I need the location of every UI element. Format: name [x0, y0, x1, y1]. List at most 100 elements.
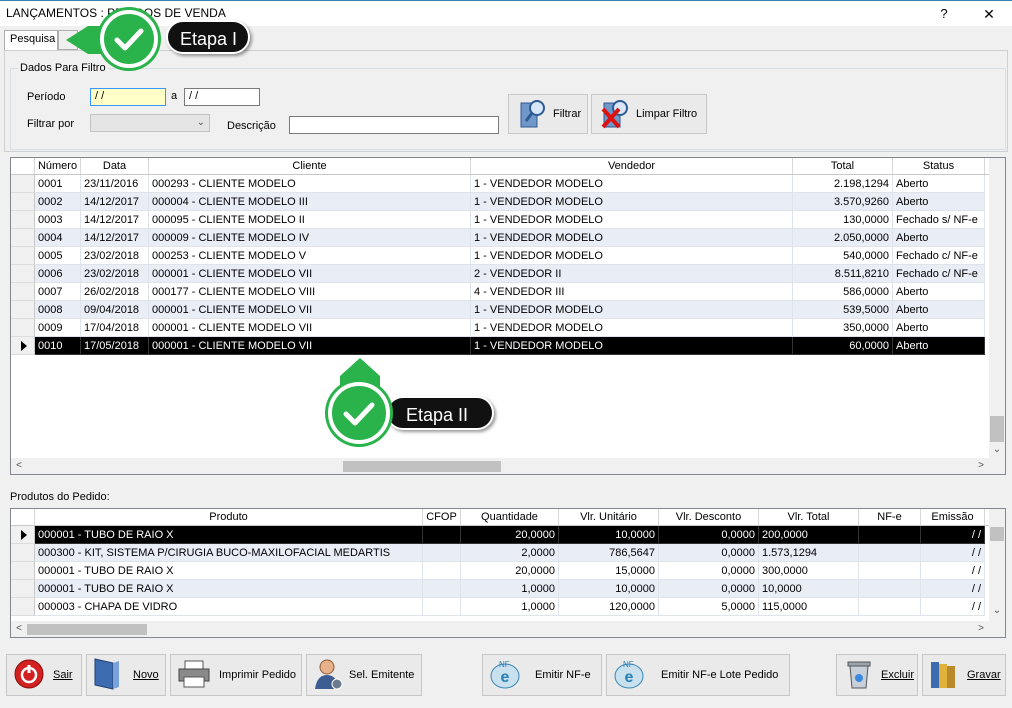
col-cliente[interactable]: Cliente: [149, 158, 471, 174]
sel-emitente-button[interactable]: Sel. Emitente: [306, 654, 422, 696]
tab-pesquisa[interactable]: Pesquisa: [4, 30, 58, 52]
emitir-nfe-lote-button[interactable]: e NF Emitir NF-e Lote Pedido: [606, 654, 790, 696]
products-cell-emissao: / /: [921, 562, 985, 580]
orders-hscroll-thumb[interactable]: [343, 461, 501, 472]
novo-button[interactable]: Novo: [86, 654, 166, 696]
row-indicator[interactable]: [11, 229, 35, 247]
date-to-field[interactable]: / /: [184, 88, 260, 106]
products-grid[interactable]: Produto CFOP Quantidade Vlr. Unitário Vl…: [10, 508, 1006, 638]
row-indicator[interactable]: [11, 265, 35, 283]
products-cell-unit: 15,0000: [559, 562, 659, 580]
printer-icon: [177, 659, 211, 692]
limpar-filtro-button[interactable]: Limpar Filtro: [591, 94, 707, 134]
sel-emitente-label: Sel. Emitente: [349, 669, 415, 681]
orders-row[interactable]: 0009 17/04/2018 000001 - CLIENTE MODELO VI…: [11, 319, 989, 337]
scroll-down-icon[interactable]: ⌄: [989, 444, 1005, 455]
orders-grid[interactable]: Número Data Cliente Vendedor Total Statu…: [10, 157, 1006, 475]
descricao-input[interactable]: [289, 116, 499, 134]
orders-cell-vendedor: 1 - VENDEDOR MODELO: [471, 193, 793, 211]
orders-cell-numero: 0006: [35, 265, 81, 283]
chevron-down-icon: ⌄: [196, 117, 205, 128]
col-cfop[interactable]: CFOP: [423, 509, 461, 525]
orders-cell-numero: 0001: [35, 175, 81, 193]
emitir-nfe-button[interactable]: e NF Emitir NF-e: [482, 654, 602, 696]
products-horizontal-scrollbar[interactable]: < >: [11, 621, 1005, 637]
orders-cell-total: 8.511,8210: [793, 265, 893, 283]
orders-row[interactable]: 0008 09/04/2018 000001 - CLIENTE MODELO VI…: [11, 301, 989, 319]
row-indicator[interactable]: [11, 211, 35, 229]
date-separator: a: [171, 90, 178, 102]
col-vendedor[interactable]: Vendedor: [471, 158, 793, 174]
col-numero[interactable]: Número: [35, 158, 81, 174]
products-cell-emissao: / /: [921, 580, 985, 598]
products-cell-qtd: 2,0000: [461, 544, 559, 562]
col-vlr-total[interactable]: Vlr. Total: [759, 509, 859, 525]
products-row[interactable]: 000001 - TUBO DE RAIO X 20,0000 10,0000 0,0…: [11, 526, 989, 544]
row-indicator[interactable]: [11, 544, 35, 562]
close-button[interactable]: ✕: [974, 4, 1004, 24]
orders-cell-data: 17/05/2018: [81, 337, 149, 355]
col-vlr-desconto[interactable]: Vlr. Desconto: [659, 509, 759, 525]
scroll-down-icon[interactable]: ⌄: [989, 605, 1005, 616]
products-indicator-header: [11, 509, 35, 525]
orders-row[interactable]: 0004 14/12/2017 000009 - CLIENTE MODELO IV…: [11, 229, 989, 247]
sair-button[interactable]: Sair: [6, 654, 82, 696]
orders-cell-vendedor: 1 - VENDEDOR MODELO: [471, 247, 793, 265]
orders-cell-status: Aberto: [893, 283, 985, 301]
orders-row[interactable]: 0001 23/11/2016 000293 - CLIENTE MODELO 1 -…: [11, 175, 989, 193]
row-indicator[interactable]: [11, 193, 35, 211]
products-row[interactable]: 000003 - CHAPA DE VIDRO 1,0000 120,0000 5,0…: [11, 598, 989, 616]
gravar-button[interactable]: Gravar: [922, 654, 1006, 696]
date-from-field[interactable]: / /: [90, 88, 166, 106]
row-indicator[interactable]: [11, 283, 35, 301]
etapa-2-label: Etapa II: [386, 396, 494, 430]
row-indicator[interactable]: [11, 319, 35, 337]
row-indicator[interactable]: [11, 337, 35, 355]
scroll-right-icon[interactable]: >: [975, 623, 987, 634]
scroll-left-icon[interactable]: <: [13, 460, 25, 471]
row-indicator[interactable]: [11, 598, 35, 616]
excluir-button[interactable]: Excluir: [836, 654, 918, 696]
row-indicator[interactable]: [11, 580, 35, 598]
row-indicator[interactable]: [11, 247, 35, 265]
products-row[interactable]: 000300 - KIT, SISTEMA P/CIRUGIA BUCO-MAX…: [11, 544, 989, 562]
col-quantidade[interactable]: Quantidade: [461, 509, 559, 525]
products-row[interactable]: 000001 - TUBO DE RAIO X 20,0000 15,0000 0,0…: [11, 562, 989, 580]
orders-cell-total: 539,5000: [793, 301, 893, 319]
col-status[interactable]: Status: [893, 158, 985, 174]
filtrar-button[interactable]: Filtrar: [508, 94, 588, 134]
scroll-right-icon[interactable]: >: [975, 460, 987, 471]
orders-row[interactable]: 0007 26/02/2018 000177 - CLIENTE MODELO VI…: [11, 283, 989, 301]
products-hscroll-thumb[interactable]: [27, 624, 147, 635]
orders-row[interactable]: 0010 17/05/2018 000001 - CLIENTE MODELO VI…: [11, 337, 989, 355]
products-vscroll-thumb[interactable]: [990, 527, 1004, 541]
orders-horizontal-scrollbar[interactable]: < >: [11, 458, 1005, 474]
orders-row[interactable]: 0002 14/12/2017 000004 - CLIENTE MODELO II…: [11, 193, 989, 211]
orders-row[interactable]: 0005 23/02/2018 000253 - CLIENTE MODELO V1…: [11, 247, 989, 265]
orders-vertical-scrollbar[interactable]: ⌄: [989, 158, 1005, 458]
products-cell-desc: 0,0000: [659, 562, 759, 580]
orders-row[interactable]: 0006 23/02/2018 000001 - CLIENTE MODELO VI…: [11, 265, 989, 283]
products-cell-total: 200,0000: [759, 526, 859, 544]
save-books-icon: [929, 658, 959, 693]
filtrar-por-select[interactable]: ⌄: [90, 114, 210, 132]
col-nfe[interactable]: NF-e: [859, 509, 921, 525]
col-produto[interactable]: Produto: [35, 509, 423, 525]
row-indicator[interactable]: [11, 562, 35, 580]
scroll-left-icon[interactable]: <: [13, 623, 25, 634]
products-vertical-scrollbar[interactable]: ⌄: [989, 509, 1005, 621]
col-total[interactable]: Total: [793, 158, 893, 174]
orders-vscroll-thumb[interactable]: [990, 416, 1004, 442]
orders-row[interactable]: 0003 14/12/2017 000095 - CLIENTE MODELO II…: [11, 211, 989, 229]
col-data[interactable]: Data: [81, 158, 149, 174]
help-button[interactable]: ?: [932, 4, 956, 24]
col-vlr-unitario[interactable]: Vlr. Unitário: [559, 509, 659, 525]
row-indicator[interactable]: [11, 175, 35, 193]
products-cell-cfop: [423, 562, 461, 580]
orders-cell-numero: 0005: [35, 247, 81, 265]
imprimir-pedido-button[interactable]: Imprimir Pedido: [170, 654, 302, 696]
row-indicator[interactable]: [11, 301, 35, 319]
col-emissao[interactable]: Emissão: [921, 509, 985, 525]
products-row[interactable]: 000001 - TUBO DE RAIO X 1,0000 10,0000 0,00…: [11, 580, 989, 598]
row-indicator[interactable]: [11, 526, 35, 544]
